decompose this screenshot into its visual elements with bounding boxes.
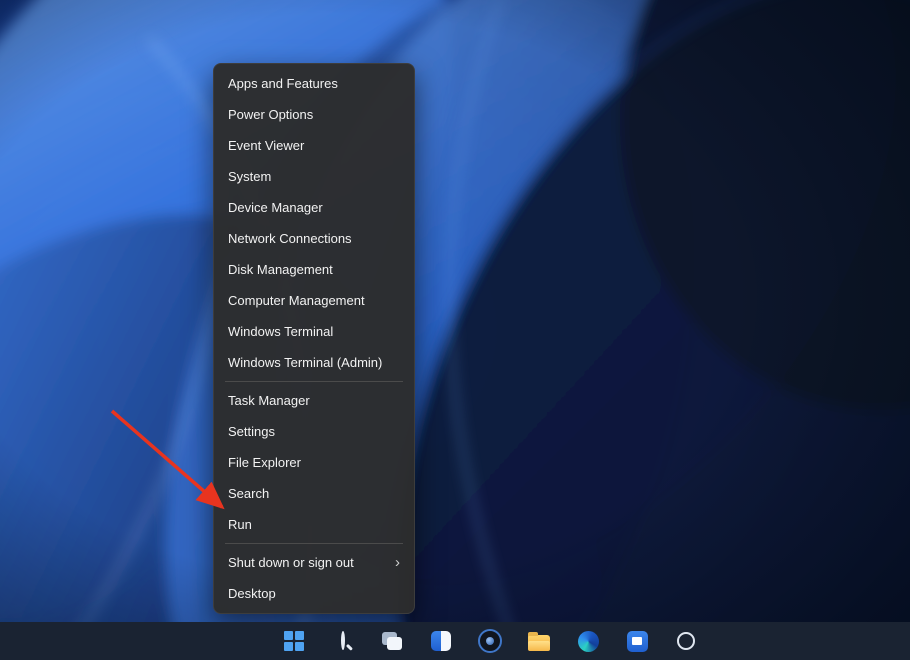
menu-item-apps-and-features[interactable]: Apps and Features (214, 68, 414, 99)
menu-item-computer-management[interactable]: Computer Management (214, 285, 414, 316)
menu-item-windows-terminal[interactable]: Windows Terminal (214, 316, 414, 347)
ring-app-button[interactable] (672, 627, 700, 655)
menu-item-label: Shut down or sign out (228, 547, 354, 578)
menu-item-task-manager[interactable]: Task Manager (214, 385, 414, 416)
menu-item-desktop[interactable]: Desktop (214, 578, 414, 609)
menu-separator (225, 543, 403, 544)
search-icon (335, 633, 352, 650)
winx-menu: Apps and Features Power Options Event Vi… (213, 63, 415, 614)
edge-browser-button[interactable] (574, 627, 602, 655)
menu-item-network-connections[interactable]: Network Connections (214, 223, 414, 254)
menu-item-disk-management[interactable]: Disk Management (214, 254, 414, 285)
desktop: Apps and Features Power Options Event Vi… (0, 0, 910, 660)
menu-item-windows-terminal-admin[interactable]: Windows Terminal (Admin) (214, 347, 414, 378)
folder-icon (528, 635, 550, 651)
taskbar (0, 622, 910, 660)
wallpaper (0, 0, 910, 660)
chevron-right-icon: › (395, 547, 400, 578)
menu-item-shut-down-or-sign-out[interactable]: Shut down or sign out › (214, 547, 414, 578)
widgets-button[interactable] (427, 627, 455, 655)
task-view-button[interactable] (378, 627, 406, 655)
taskbar-icons (280, 627, 700, 655)
menu-item-power-options[interactable]: Power Options (214, 99, 414, 130)
menu-item-run[interactable]: Run (214, 509, 414, 540)
menu-item-system[interactable]: System (214, 161, 414, 192)
camera-icon (478, 629, 502, 653)
search-button[interactable] (329, 627, 357, 655)
menu-item-event-viewer[interactable]: Event Viewer (214, 130, 414, 161)
blue-app-icon (627, 631, 648, 652)
blue-app-button[interactable] (623, 627, 651, 655)
start-button[interactable] (280, 627, 308, 655)
widgets-icon (431, 631, 451, 651)
edge-icon (578, 631, 599, 652)
menu-item-settings[interactable]: Settings (214, 416, 414, 447)
menu-item-search[interactable]: Search (214, 478, 414, 509)
file-explorer-button[interactable] (525, 627, 553, 655)
windows-start-icon (284, 631, 304, 651)
menu-item-file-explorer[interactable]: File Explorer (214, 447, 414, 478)
task-view-icon (382, 632, 402, 650)
ring-icon (677, 632, 695, 650)
menu-separator (225, 381, 403, 382)
menu-item-device-manager[interactable]: Device Manager (214, 192, 414, 223)
camera-app-button[interactable] (476, 627, 504, 655)
